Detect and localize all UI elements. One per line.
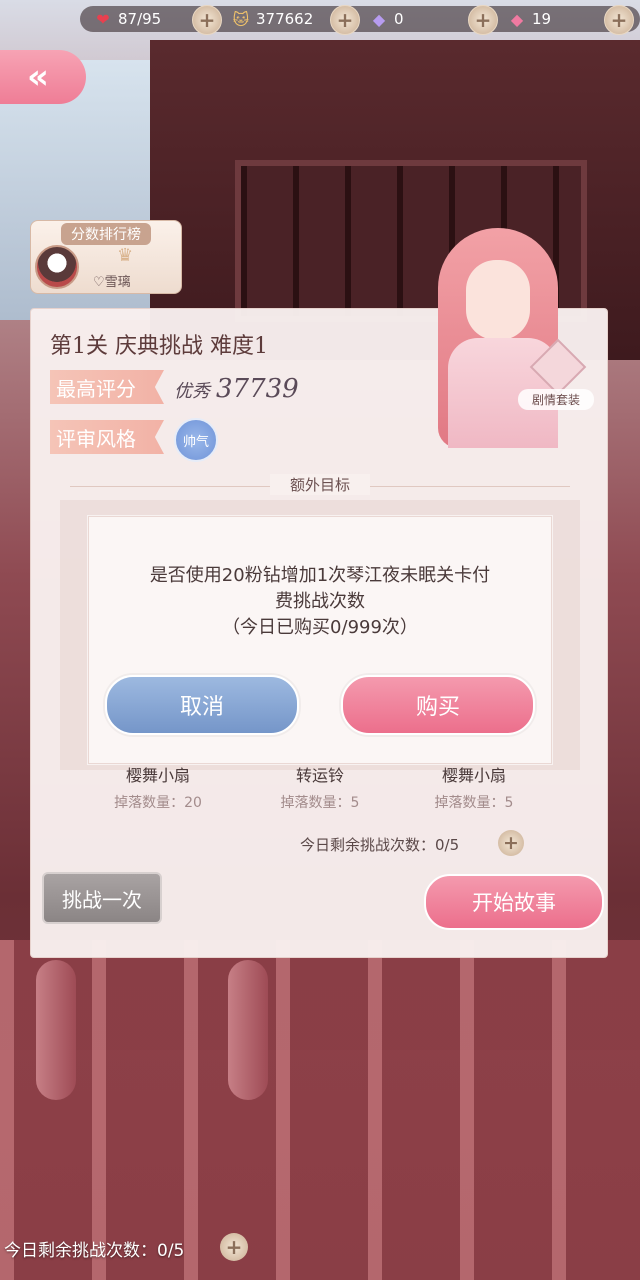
diamond-counter: ◆ 0 <box>368 6 404 32</box>
pink-diamond-value: 19 <box>532 10 552 28</box>
pink-diamond-counter: ◆ 19 <box>506 6 551 32</box>
crown-icon: ♛ <box>117 245 134 266</box>
best-score: 优秀 37739 <box>174 374 299 404</box>
diamond-icon: ◆ <box>372 9 386 29</box>
reward-item: 樱舞小扇 掉落数量：20 <box>88 762 228 812</box>
start-story-button[interactable]: 开始故事 <box>424 874 604 930</box>
resource-bar <box>80 6 640 32</box>
reward-item: 樱舞小扇 掉落数量：5 <box>404 762 544 812</box>
challenge-once-button[interactable]: 挑战一次 <box>42 872 162 924</box>
character-face <box>466 260 530 340</box>
bottom-add-attempts-button[interactable]: + <box>220 1233 248 1261</box>
judge-style-label: 评审风格 <box>50 420 164 454</box>
railing-post <box>36 960 76 1100</box>
add-coins-button[interactable]: + <box>330 5 360 35</box>
dialog-message: 是否使用20粉钻增加1次琴江夜未眠关卡付 费挑战次数 （今日已购买0/999次） <box>89 563 551 641</box>
best-grade: 优秀 <box>174 381 210 402</box>
reward-name: 樱舞小扇 <box>125 766 190 785</box>
reward-name: 樱舞小扇 <box>441 766 506 785</box>
reward-drop: 掉落数量：5 <box>280 795 360 811</box>
background-railing <box>0 940 640 1280</box>
double-chevron-left-icon: « <box>27 57 49 97</box>
add-diamonds-button[interactable]: + <box>468 5 498 35</box>
reward-drop: 掉落数量：5 <box>434 795 514 811</box>
costume-label: 剧情套装 <box>518 389 594 410</box>
heart-icon: ❤ <box>96 9 110 29</box>
railing-post <box>228 960 268 1100</box>
dialog-purchase-count: （今日已购买0/999次） <box>222 617 418 638</box>
story-costume-button[interactable]: 剧情套装 <box>518 338 594 415</box>
leaderboard-player-name: ♡雪璃 <box>93 275 131 290</box>
coin-value: 377662 <box>256 10 314 28</box>
diamond-value: 0 <box>394 10 404 28</box>
best-score-value: 37739 <box>216 374 299 404</box>
cancel-button[interactable]: 取消 <box>105 675 299 735</box>
stamina-value: 87/95 <box>118 10 162 28</box>
cat-coin-icon: 🐱 <box>232 9 250 29</box>
remaining-attempts: 今日剩余挑战次数：0/5 <box>300 836 460 854</box>
back-button[interactable]: « <box>0 50 86 104</box>
coin-counter: 🐱 377662 <box>230 6 314 32</box>
dialog-message-line: 是否使用20粉钻增加1次琴江夜未眠关卡付 <box>149 565 491 586</box>
reward-drop: 掉落数量：20 <box>114 795 202 811</box>
reward-list: 樱舞小扇 掉落数量：20 转运铃 掉落数量：5 樱舞小扇 掉落数量：5 <box>60 762 580 822</box>
costume-icon <box>529 338 587 396</box>
judge-style-badge: 帅气 <box>174 418 218 462</box>
add-attempts-button[interactable]: + <box>498 830 524 856</box>
dialog-message-line: 费挑战次数 <box>275 591 365 612</box>
add-pink-diamonds-button[interactable]: + <box>604 5 634 35</box>
leaderboard-card[interactable]: 分数排行榜 ♛ ♡雪璃 <box>30 220 182 294</box>
pink-diamond-icon: ◆ <box>510 9 524 29</box>
add-stamina-button[interactable]: + <box>192 5 222 35</box>
best-score-label: 最高评分 <box>50 370 164 404</box>
reward-item: 转运铃 掉落数量：5 <box>250 762 390 812</box>
reward-name: 转运铃 <box>295 766 344 785</box>
leaderboard-title: 分数排行榜 <box>61 223 151 245</box>
bottom-remaining-attempts: 今日剩余挑战次数：0/5 <box>4 1241 185 1261</box>
avatar <box>35 245 79 289</box>
buy-button[interactable]: 购买 <box>341 675 535 735</box>
extra-goals-title: 额外目标 <box>270 474 370 495</box>
purchase-dialog: 是否使用20粉钻增加1次琴江夜未眠关卡付 费挑战次数 （今日已购买0/999次）… <box>88 516 552 764</box>
stamina-counter: ❤ 87/95 <box>92 6 161 32</box>
level-title: 第1关 庆典挑战 难度1 <box>50 334 268 359</box>
